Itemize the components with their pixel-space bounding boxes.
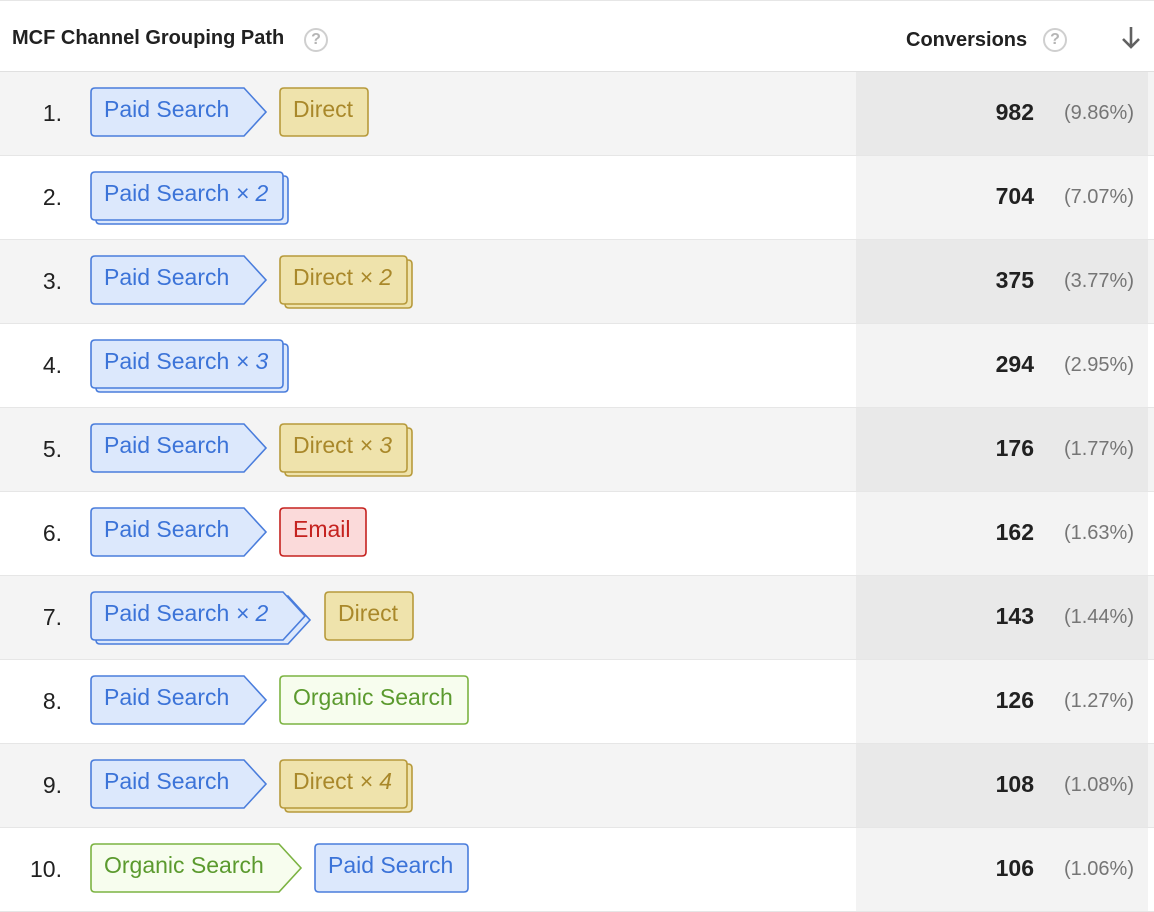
channel-name: Paid Search (104, 348, 230, 374)
row-index: 8. (42, 688, 62, 714)
table-row: 9. Paid Search Direct × 4 108 (1.08%) (0, 744, 1154, 828)
conversions-value: 375 (995, 267, 1034, 293)
conversions-percent: (1.77%) (1063, 438, 1134, 460)
channel-name: Paid Search (104, 768, 230, 794)
channel-multiplier: × 3 (359, 432, 393, 458)
conversions-percent: (1.63%) (1063, 522, 1134, 544)
channel-name: Paid Search (104, 432, 230, 458)
channel-name: Organic Search (104, 852, 264, 878)
path-help-icon[interactable]: ? (304, 28, 328, 52)
conversions-value: 176 (995, 435, 1034, 461)
conversions-value: 108 (995, 771, 1034, 797)
channel-label: Direct × 3 (293, 432, 392, 459)
table-row: 8. Paid Search Organic Search 126 (1.27%) (0, 660, 1154, 744)
channel-label: Organic Search (293, 684, 453, 711)
channel-label: Paid Search (104, 264, 229, 291)
channel-label: Organic Search (104, 852, 264, 879)
channel-name: Direct (293, 96, 354, 122)
channel-multiplier: × 2 (235, 180, 269, 206)
table-row: 10. Organic Search Paid Search 106 (1.06%) (0, 828, 1154, 912)
channel-multiplier: × 4 (359, 768, 393, 794)
channel-label: Paid Search (104, 684, 229, 711)
conversions-value: 294 (995, 351, 1034, 377)
channel-name: Email (293, 516, 351, 542)
row-index: 10. (30, 856, 62, 882)
channel-label: Paid Search × 3 (104, 348, 268, 375)
conversions-percent: (3.77%) (1063, 270, 1134, 292)
channel-label: Paid Search (104, 96, 229, 123)
row-index: 3. (42, 268, 62, 294)
conversions-value: 126 (995, 687, 1034, 713)
conversions-percent: (9.86%) (1063, 102, 1134, 124)
channel-label: Direct (338, 600, 398, 627)
row-index: 2. (42, 184, 62, 210)
table-row: 5. Paid Search Direct × 3 176 (1.77%) (0, 408, 1154, 492)
conversions-percent: (7.07%) (1063, 186, 1134, 208)
channel-label: Direct × 2 (293, 264, 392, 291)
channel-name: Direct (293, 432, 354, 458)
channel-label: Paid Search (328, 852, 453, 879)
table-row: 2. Paid Search × 2 704 (7.07%) (0, 156, 1154, 240)
channel-label: Paid Search (104, 768, 229, 795)
channel-label: Paid Search (104, 432, 229, 459)
channel-label: Direct × 4 (293, 768, 392, 795)
channel-name: Paid Search (104, 684, 230, 710)
channel-paths-table: MCF Channel Grouping Path ? Conversions … (0, 0, 1154, 912)
row-index: 9. (42, 772, 62, 798)
channel-name: Paid Search (104, 516, 230, 542)
channel-label: Email (293, 516, 351, 543)
table-row: 7. Paid Search × 2 Direct 143 (1.44%) (0, 576, 1154, 660)
channel-label: Direct (293, 96, 353, 123)
channel-name: Direct (338, 600, 399, 626)
channel-multiplier: × 2 (359, 264, 393, 290)
conversions-value: 106 (995, 855, 1034, 881)
conversions-percent: (1.44%) (1063, 606, 1134, 628)
channel-multiplier: × 2 (235, 600, 269, 626)
table-row: 3. Paid Search Direct × 2 375 (3.77%) (0, 240, 1154, 324)
channel-name: Direct (293, 264, 354, 290)
row-index: 5. (42, 436, 62, 462)
conversions-percent: (2.95%) (1063, 354, 1134, 376)
row-index: 1. (42, 100, 62, 126)
conversions-help-icon[interactable]: ? (1043, 28, 1067, 52)
channel-label: Paid Search × 2 (104, 180, 268, 207)
conversions-value: 143 (995, 603, 1034, 629)
table-row: 6. Paid Search Email 162 (1.63%) (0, 492, 1154, 576)
path-column-header[interactable]: MCF Channel Grouping Path (12, 27, 284, 50)
conversions-value: 982 (995, 99, 1034, 125)
conversions-value: 704 (995, 183, 1034, 209)
table-header: MCF Channel Grouping Path ? Conversions … (0, 0, 1154, 72)
table-row: 1. Paid Search Direct 982 (9.86%) (0, 72, 1154, 156)
table-body: 1. Paid Search Direct 982 (9.86%) 2. Paid Sear… (0, 72, 1154, 912)
channel-name: Direct (293, 768, 354, 794)
sort-descending-icon[interactable] (1120, 25, 1142, 51)
channel-label: Paid Search (104, 516, 229, 543)
row-index: 4. (42, 352, 62, 378)
conversions-percent: (1.06%) (1063, 858, 1134, 880)
channel-label: Paid Search × 2 (104, 600, 268, 627)
channel-name: Paid Search (104, 600, 230, 626)
conversions-value: 162 (995, 519, 1034, 545)
channel-name: Paid Search (328, 852, 454, 878)
channel-name: Organic Search (293, 684, 453, 710)
conversions-percent: (1.27%) (1063, 690, 1134, 712)
conversions-percent: (1.08%) (1063, 774, 1134, 796)
table-row: 4. Paid Search × 3 294 (2.95%) (0, 324, 1154, 408)
row-index: 7. (42, 604, 62, 630)
row-index: 6. (42, 520, 62, 546)
channel-name: Paid Search (104, 264, 230, 290)
channel-name: Paid Search (104, 96, 230, 122)
conversions-column-header[interactable]: Conversions (906, 29, 1027, 52)
channel-name: Paid Search (104, 180, 230, 206)
channel-multiplier: × 3 (235, 348, 269, 374)
